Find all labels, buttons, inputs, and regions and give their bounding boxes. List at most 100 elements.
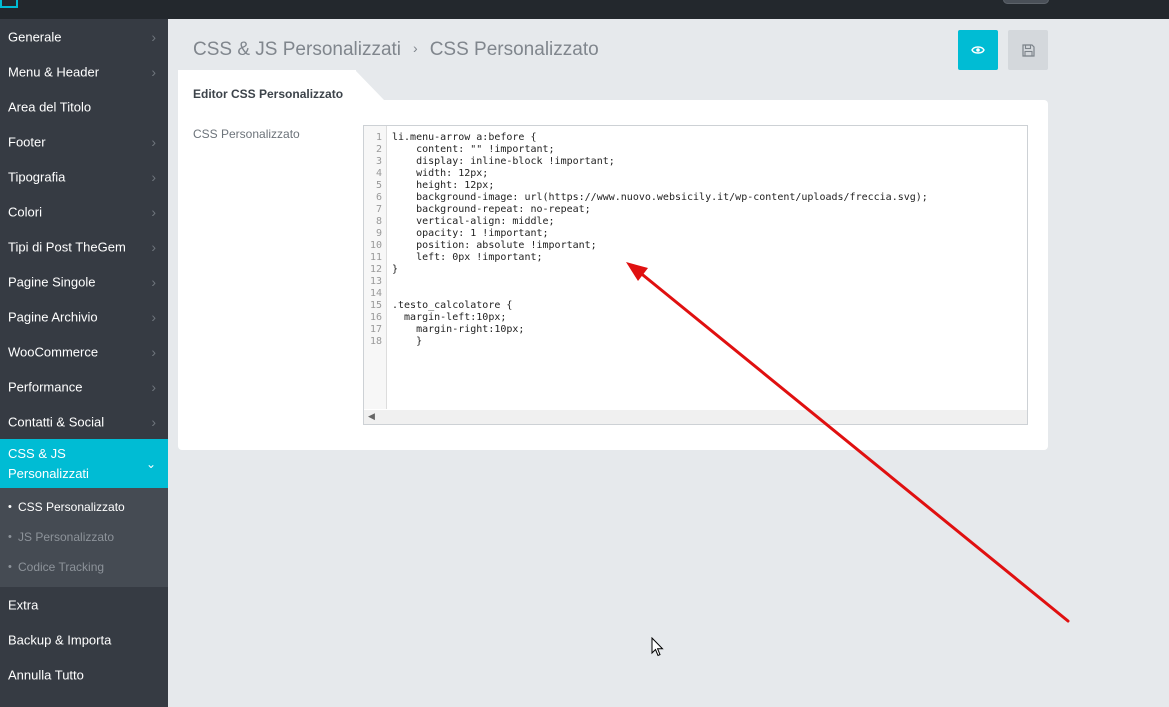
submenu-item-codice-tracking[interactable]: • Codice Tracking bbox=[0, 552, 168, 582]
mouse-cursor-icon bbox=[651, 637, 664, 657]
chevron-right-icon: › bbox=[151, 28, 156, 45]
code-content[interactable]: li.menu-arrow a:before { content: "" !im… bbox=[392, 132, 928, 348]
sidebar-item-label: Contatti & Social bbox=[8, 414, 105, 429]
breadcrumb-separator: › bbox=[413, 40, 418, 56]
line-number: 10 bbox=[369, 240, 382, 251]
submenu-item-label: CSS Personalizzato bbox=[18, 500, 125, 514]
sidebar-item-label: Area del Titolo bbox=[8, 99, 92, 114]
sidebar-item-contatti-social[interactable]: Contatti & Social › bbox=[0, 404, 168, 439]
sidebar-item-generale[interactable]: Generale › bbox=[0, 19, 168, 54]
sidebar-item-label: Generale bbox=[8, 29, 62, 44]
save-button[interactable] bbox=[1008, 30, 1048, 70]
sidebar-item-area-del-titolo[interactable]: Area del Titolo bbox=[0, 89, 168, 124]
line-number: 2 bbox=[375, 144, 382, 155]
sidebar-item-label: CSS & JS Personalizzati bbox=[8, 445, 89, 481]
code-line: vertical-align: middle; bbox=[392, 216, 555, 227]
line-number: 8 bbox=[375, 216, 382, 227]
sidebar-item-colori[interactable]: Colori › bbox=[0, 194, 168, 229]
code-line: margin-left:10px; bbox=[392, 312, 507, 323]
chevron-right-icon: › bbox=[151, 238, 156, 255]
sidebar-item-label: Footer bbox=[8, 134, 46, 149]
line-number: 3 bbox=[375, 156, 382, 167]
sidebar-item-tipografia[interactable]: Tipografia › bbox=[0, 159, 168, 194]
toggle-switch[interactable] bbox=[1003, 0, 1049, 4]
line-number: 9 bbox=[375, 228, 382, 239]
sidebar-item-label: Tipi di Post TheGem bbox=[8, 239, 126, 254]
sidebar-item-tipi-di-post-thegem[interactable]: Tipi di Post TheGem › bbox=[0, 229, 168, 264]
sidebar-item-label: Pagine Singole bbox=[8, 274, 96, 289]
sidebar-item-pagine-singole[interactable]: Pagine Singole › bbox=[0, 264, 168, 299]
sidebar-item-footer[interactable]: Footer › bbox=[0, 124, 168, 159]
code-line: li.menu-arrow a:before { bbox=[392, 132, 537, 143]
chevron-right-icon: › bbox=[151, 308, 156, 325]
preview-button[interactable] bbox=[958, 30, 998, 70]
submenu-item-css-personalizzato[interactable]: • CSS Personalizzato bbox=[0, 492, 168, 522]
code-line: background-repeat: no-repeat; bbox=[392, 204, 591, 215]
bullet-icon: • bbox=[8, 531, 12, 543]
sidebar-item-label: Tipografia bbox=[8, 169, 66, 184]
chevron-right-icon: › bbox=[151, 343, 156, 360]
line-number: 14 bbox=[369, 288, 382, 299]
submenu-item-label: JS Personalizzato bbox=[18, 530, 115, 544]
sidebar-item-css-js[interactable]: CSS & JS Personalizzati ⌄ bbox=[0, 439, 168, 488]
code-line: height: 12px; bbox=[392, 180, 495, 191]
code-line: background-image: url(https://www.nuovo.… bbox=[392, 192, 928, 203]
logo-icon bbox=[0, 0, 18, 8]
sidebar-item-label: WooCommerce bbox=[8, 344, 99, 359]
line-number: 4 bbox=[375, 168, 382, 179]
line-number: 16 bbox=[369, 312, 382, 323]
code-line: margin-right:10px; bbox=[392, 324, 525, 335]
line-number: 1 bbox=[375, 132, 382, 143]
sidebar-item-extra[interactable]: Extra bbox=[0, 587, 168, 622]
bullet-icon: • bbox=[8, 501, 12, 513]
line-number: 17 bbox=[369, 324, 382, 335]
sidebar-item-label: Backup & Importa bbox=[8, 632, 112, 647]
floppy-disk-icon bbox=[1021, 43, 1035, 57]
chevron-right-icon: › bbox=[151, 133, 156, 150]
line-number: 5 bbox=[375, 180, 382, 191]
admin-top-bar bbox=[0, 0, 1169, 19]
chevron-right-icon: › bbox=[151, 273, 156, 290]
horizontal-scrollbar[interactable]: ◀ bbox=[364, 410, 1027, 424]
sidebar-item-performance[interactable]: Performance › bbox=[0, 369, 168, 404]
line-number-gutter: 1 2 3 4 5 6 7 8 9 10 11 12 13 14 15 16 17 18 bbox=[364, 126, 387, 409]
sidebar-item-label: Extra bbox=[8, 597, 39, 612]
chevron-right-icon: › bbox=[151, 378, 156, 395]
bullet-icon: • bbox=[8, 561, 12, 573]
code-line: } bbox=[392, 264, 399, 275]
line-number: 11 bbox=[369, 252, 382, 263]
css-code-editor[interactable]: 1 2 3 4 5 6 7 8 9 10 11 12 13 14 15 16 17 18 li.menu-arro… bbox=[363, 125, 1028, 425]
submenu-item-label: Codice Tracking bbox=[18, 560, 105, 574]
line-number: 7 bbox=[375, 204, 382, 215]
line-number: 6 bbox=[375, 192, 382, 203]
tab-label: Editor CSS Personalizzato bbox=[193, 87, 344, 101]
breadcrumb-page: CSS Personalizzato bbox=[429, 39, 599, 60]
breadcrumb: CSS & JS Personalizzati › CSS Personalizza… bbox=[193, 39, 599, 61]
sidebar-item-annulla-tutto[interactable]: Annulla Tutto bbox=[0, 657, 168, 692]
chevron-right-icon: › bbox=[151, 168, 156, 185]
line-number: 15 bbox=[369, 300, 382, 311]
submenu-item-js-personalizzato[interactable]: • JS Personalizzato bbox=[0, 522, 168, 552]
tab-notch bbox=[355, 70, 385, 101]
sidebar-item-pagine-archivio[interactable]: Pagine Archivio › bbox=[0, 299, 168, 334]
sidebar-item-menu-header[interactable]: Menu & Header › bbox=[0, 54, 168, 89]
sidebar-item-label: Menu & Header bbox=[8, 64, 100, 79]
code-line: opacity: 1 !important; bbox=[392, 228, 549, 239]
chevron-down-icon: ⌄ bbox=[145, 456, 156, 471]
chevron-right-icon: › bbox=[151, 63, 156, 80]
line-number: 13 bbox=[369, 276, 382, 287]
sidebar-item-label: Performance bbox=[8, 379, 83, 394]
sidebar-item-label: Colori bbox=[8, 204, 42, 219]
code-line: .testo_calcolatore { bbox=[392, 300, 513, 311]
scroll-left-icon[interactable]: ◀ bbox=[368, 411, 375, 422]
field-label: CSS Personalizzato bbox=[193, 127, 300, 141]
code-line: content: "" !important; bbox=[392, 144, 555, 155]
sidebar-item-backup-importa[interactable]: Backup & Importa bbox=[0, 622, 168, 657]
tab-editor-css[interactable]: Editor CSS Personalizzato bbox=[178, 70, 356, 101]
sidebar-item-woocommerce[interactable]: WooCommerce › bbox=[0, 334, 168, 369]
code-line: width: 12px; bbox=[392, 168, 489, 179]
chevron-right-icon: › bbox=[151, 203, 156, 220]
breadcrumb-section[interactable]: CSS & JS Personalizzati bbox=[193, 39, 401, 60]
